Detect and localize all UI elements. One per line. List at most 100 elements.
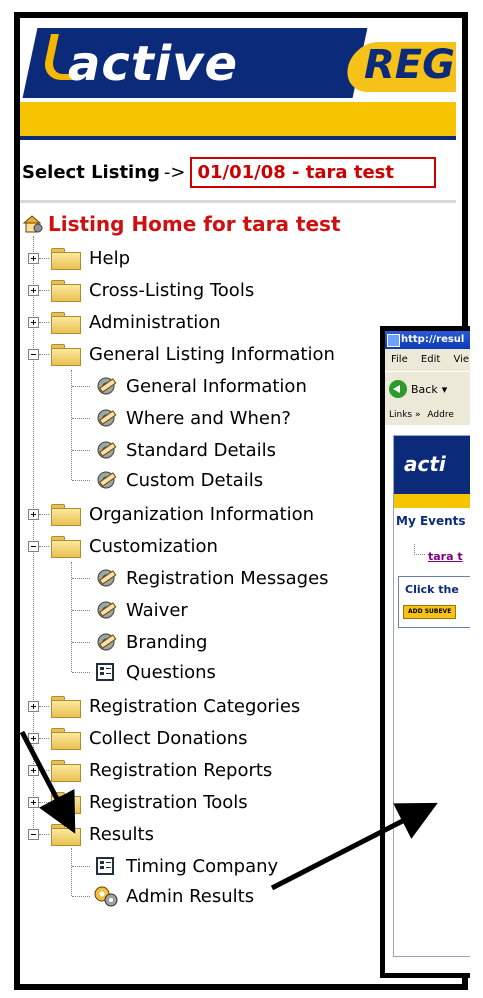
ie-icon	[387, 334, 400, 347]
gear-pencil-icon	[92, 468, 120, 492]
form-icon	[96, 663, 114, 681]
instruction-text: Click the	[405, 583, 459, 596]
select-listing-label: Select Listing	[22, 161, 160, 183]
links-bar: Links » Addre	[385, 405, 470, 425]
browser-content: acti My Events tara t Click the ADD SUBE…	[393, 435, 470, 957]
back-button-label[interactable]: Back	[411, 383, 438, 396]
results-browser-window: http://resul File Edit Vie Back ▾ Links …	[380, 326, 470, 978]
tree-leaf-waiver[interactable]: Waiver	[92, 596, 188, 624]
tree-node-label[interactable]: Results	[89, 824, 154, 845]
links-label[interactable]: Links	[389, 410, 412, 420]
instruction-box: Click the ADD SUBEVE	[398, 576, 470, 628]
tree-leaf-standard-details[interactable]: Standard Details	[92, 436, 276, 464]
back-arrow-icon[interactable]	[389, 380, 407, 398]
collapse-icon[interactable]	[28, 828, 39, 840]
expand-icon[interactable]	[28, 732, 39, 744]
my-events-heading: My Events	[396, 514, 466, 528]
menu-view[interactable]: Vie	[453, 354, 469, 365]
tree-node-results[interactable]: Results	[28, 820, 154, 848]
tree-node-label[interactable]: General Listing Information	[89, 344, 335, 365]
tree-leaf-custom-details[interactable]: Custom Details	[92, 466, 263, 494]
tree-connector	[414, 544, 425, 555]
registration-logo-text: REGI	[364, 42, 456, 88]
banner-yellow-bar	[20, 102, 456, 136]
results-brand-logo: acti	[404, 452, 446, 476]
tree-node-general-listing-information[interactable]: General Listing Information	[28, 340, 335, 368]
tree-leaf-label[interactable]: General Information	[126, 376, 307, 397]
expand-icon[interactable]	[28, 252, 39, 264]
tree-leaf-label[interactable]: Custom Details	[126, 470, 263, 491]
tree-node-cross-listing-tools[interactable]: Cross-Listing Tools	[28, 276, 254, 304]
tree-leaf-label[interactable]: Timing Company	[126, 856, 278, 877]
window-title-bar[interactable]: http://resul	[385, 331, 470, 349]
expand-icon[interactable]	[28, 764, 39, 776]
results-yellow-bar	[394, 494, 470, 508]
folder-icon	[51, 759, 81, 782]
tree-node-customization[interactable]: Customization	[28, 532, 218, 560]
menu-edit[interactable]: Edit	[421, 354, 440, 365]
chevron-down-icon[interactable]: ▾	[442, 383, 448, 396]
tree-node-label[interactable]: Registration Categories	[89, 696, 300, 717]
tree-node-registration-reports[interactable]: Registration Reports	[28, 756, 272, 784]
listing-home[interactable]: Listing Home for tara test	[22, 212, 341, 236]
add-subevent-button[interactable]: ADD SUBEVE	[403, 605, 457, 619]
tree-leaf-label[interactable]: Where and When?	[126, 408, 291, 429]
form-icon	[96, 857, 114, 875]
tree-node-label[interactable]: Registration Reports	[89, 760, 272, 781]
tree-leaf-admin-results[interactable]: Admin Results	[92, 882, 254, 910]
brand-logo: active	[68, 36, 239, 92]
folder-icon	[51, 727, 81, 750]
tree-leaf-registration-messages[interactable]: Registration Messages	[92, 564, 329, 592]
collapse-icon[interactable]	[28, 540, 39, 552]
tree-node-label[interactable]: Registration Tools	[89, 792, 248, 813]
event-link[interactable]: tara t	[428, 550, 463, 563]
chevron-right-icon[interactable]: »	[415, 410, 421, 420]
tree-leaf-where-and-when[interactable]: Where and When?	[92, 404, 291, 432]
gear-pencil-icon	[92, 374, 120, 398]
tree-node-registration-categories[interactable]: Registration Categories	[28, 692, 300, 720]
listing-home-title[interactable]: Listing Home for tara test	[48, 212, 341, 236]
tree-leaf-label[interactable]: Admin Results	[126, 886, 254, 907]
tree-leaf-questions[interactable]: Questions	[92, 658, 216, 686]
tree-node-label[interactable]: Collect Donations	[89, 728, 248, 749]
listing-select[interactable]: 01/01/08 - tara test	[189, 156, 436, 188]
tree-leaf-label[interactable]: Branding	[126, 632, 207, 653]
expand-icon[interactable]	[28, 284, 39, 296]
menu-bar: File Edit Vie	[385, 349, 470, 371]
gear-pencil-icon	[92, 566, 120, 590]
tree-node-label[interactable]: Help	[89, 248, 130, 269]
window-title: http://resul	[401, 334, 465, 345]
gear-pencil-icon	[92, 598, 120, 622]
browser-toolbar: Back ▾	[385, 371, 470, 407]
collapse-icon[interactable]	[28, 348, 39, 360]
tree-node-label[interactable]: Organization Information	[89, 504, 314, 525]
select-listing-arrow: ->	[163, 161, 186, 183]
tree-leaf-label[interactable]: Questions	[126, 662, 216, 683]
expand-icon[interactable]	[28, 316, 39, 328]
menu-file[interactable]: File	[391, 354, 408, 365]
gear-pencil-icon	[92, 406, 120, 430]
tree-leaf-label[interactable]: Registration Messages	[126, 568, 329, 589]
tree-leaf-label[interactable]: Waiver	[126, 600, 188, 621]
expand-icon[interactable]	[28, 508, 39, 520]
tree-node-registration-tools[interactable]: Registration Tools	[28, 788, 248, 816]
banner-navy-line	[20, 136, 456, 140]
tree-node-label[interactable]: Customization	[89, 536, 218, 557]
tree-leaf-label[interactable]: Standard Details	[126, 440, 276, 461]
tree-node-label[interactable]: Cross-Listing Tools	[89, 280, 254, 301]
tree-node-collect-donations[interactable]: Collect Donations	[28, 724, 248, 752]
gear-pencil-icon	[92, 438, 120, 462]
tree-leaf-timing-company[interactable]: Timing Company	[92, 852, 278, 880]
expand-icon[interactable]	[28, 700, 39, 712]
tree-node-organization-information[interactable]: Organization Information	[28, 500, 314, 528]
folder-icon	[51, 791, 81, 814]
separator	[20, 200, 456, 203]
gear-pencil-icon	[92, 630, 120, 654]
tree-leaf-branding[interactable]: Branding	[92, 628, 207, 656]
tree-node-label[interactable]: Administration	[89, 312, 221, 333]
tree-node-help[interactable]: Help	[28, 244, 130, 272]
tree-node-administration[interactable]: Administration	[28, 308, 221, 336]
folder-icon	[51, 247, 81, 270]
expand-icon[interactable]	[28, 796, 39, 808]
tree-leaf-general-information[interactable]: General Information	[92, 372, 307, 400]
